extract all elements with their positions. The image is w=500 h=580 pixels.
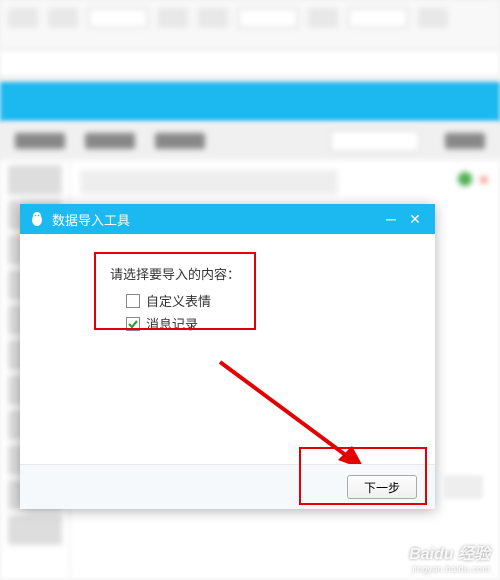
background-button xyxy=(443,475,483,499)
background-tabs xyxy=(0,122,500,160)
dialog-title: 数据导入工具 xyxy=(52,210,379,229)
background-toolbar xyxy=(0,0,500,50)
option-label: 消息记录 xyxy=(146,314,198,333)
penguin-icon xyxy=(28,210,46,228)
background-ribbon xyxy=(0,50,500,78)
dialog-body: 请选择要导入的内容： 自定义表情 消息记录 xyxy=(20,234,435,464)
option-message-log[interactable]: 消息记录 xyxy=(126,314,415,333)
background-header xyxy=(0,82,500,122)
watermark-brand: Baidu 经验 xyxy=(409,540,490,564)
options-prompt: 请选择要导入的内容： xyxy=(110,264,415,283)
watermark: Baidu 经验 jingyan.baidu.com xyxy=(409,540,490,574)
minimize-button[interactable]: ─ xyxy=(379,209,403,229)
watermark-url: jingyan.baidu.com xyxy=(409,564,490,574)
option-label: 自定义表情 xyxy=(146,291,211,310)
dialog-titlebar: 数据导入工具 ─ ✕ xyxy=(20,204,435,234)
dialog-footer: 下一步 xyxy=(20,464,435,509)
annotation-arrow xyxy=(210,352,380,482)
checkbox-checked-icon[interactable] xyxy=(126,317,140,331)
next-button[interactable]: 下一步 xyxy=(347,475,417,499)
option-custom-emoji[interactable]: 自定义表情 xyxy=(126,291,415,310)
close-button[interactable]: ✕ xyxy=(403,209,427,229)
import-dialog: 数据导入工具 ─ ✕ 请选择要导入的内容： 自定义表情 消息记录 xyxy=(20,204,435,509)
checkbox-unchecked-icon[interactable] xyxy=(126,294,140,308)
